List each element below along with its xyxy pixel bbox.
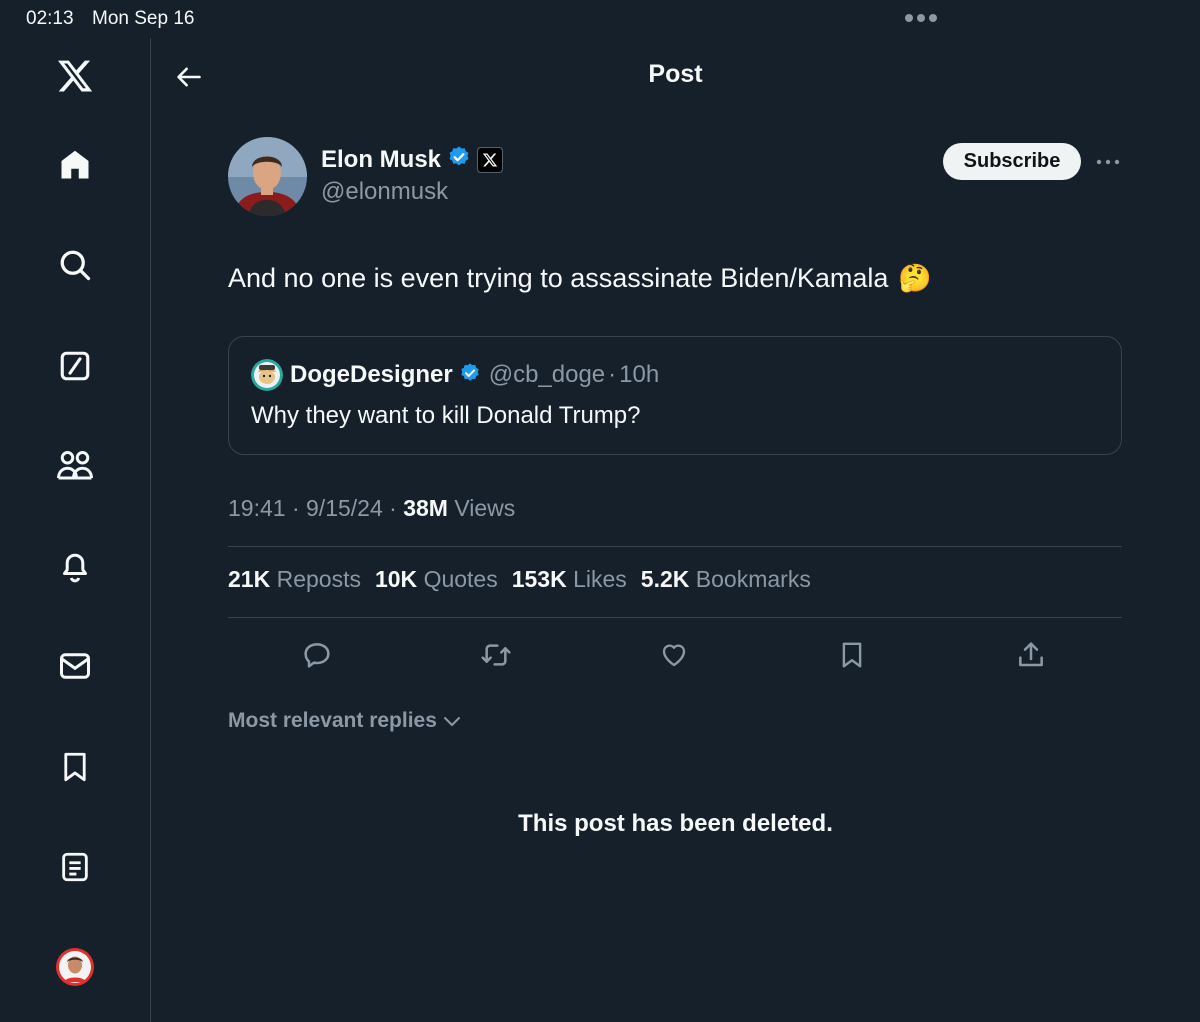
subscribe-button[interactable]: Subscribe [943,143,1081,180]
reposts-stat[interactable]: 21K Reposts [228,566,361,593]
quote-author-handle: @cb_doge [488,361,606,388]
avatar-icon[interactable] [56,948,94,986]
repost-icon[interactable] [478,637,514,673]
post-time[interactable]: 19:41 [228,495,286,521]
search-icon[interactable] [57,247,93,283]
list-icon[interactable] [58,849,92,885]
thinking-face-emoji: 🤔 [898,263,933,293]
quote-separator: · [608,361,617,388]
post-body: And no one is even trying to assassinate… [228,262,889,293]
quote-time: 10h [619,361,660,388]
author-name-row: Elon Musk [321,145,504,174]
reply-icon[interactable] [299,637,335,673]
status-bar: 02:13 Mon Sep 16 [0,0,1200,38]
author-name[interactable]: Elon Musk [321,146,441,174]
quote-author-name: DogeDesigner [290,361,453,388]
meta-separator: · [291,495,300,521]
quote-header: DogeDesigner @cb_doge · 10h [251,359,659,391]
post-text: And no one is even trying to assassinate… [228,262,932,294]
quote-text: Why they want to kill Donald Trump? [251,402,641,429]
post-date[interactable]: 9/15/24 [306,495,383,521]
verified-badge-icon [459,362,481,389]
bookmarks-stat[interactable]: 5.2K Bookmarks [641,566,811,593]
deleted-post-notice: This post has been deleted. [518,810,833,837]
quote-author-avatar [251,359,283,391]
bookmark-icon[interactable] [58,749,92,785]
mail-icon[interactable] [57,648,93,684]
likes-stat[interactable]: 153K Likes [512,566,627,593]
chevron-down-icon [443,709,461,733]
bookmark-icon[interactable] [834,637,870,673]
share-icon[interactable] [1013,637,1049,673]
like-icon[interactable] [656,637,692,673]
status-time: 02:13 [26,8,74,29]
verified-badge-icon [447,145,471,174]
views-count: 38M [403,495,448,521]
grok-icon[interactable] [58,349,92,383]
multitasking-dots-icon[interactable] [905,14,937,22]
author-handle[interactable]: @elonmusk [321,178,448,206]
x-logo-icon[interactable] [55,57,95,95]
communities-icon[interactable] [55,448,95,484]
divider [228,546,1122,547]
meta-separator: · [389,495,397,521]
quoted-post[interactable]: DogeDesigner @cb_doge · 10h Why they wan… [228,336,1122,455]
page-title: Post [648,60,703,88]
author-avatar[interactable] [228,137,307,216]
replies-sort-dropdown[interactable]: Most relevant replies [228,709,461,733]
divider [228,617,1122,618]
post-meta: 19:41 · 9/15/24 · 38M Views [228,495,515,522]
replies-sort-label: Most relevant replies [228,709,437,732]
sidebar [0,38,151,1022]
status-date: Mon Sep 16 [92,8,195,29]
views-label: Views [454,495,516,521]
more-options-icon[interactable] [1094,150,1122,174]
home-icon[interactable] [57,147,93,183]
quotes-stat[interactable]: 10K Quotes [375,566,498,593]
x-affiliate-badge-icon[interactable] [477,146,504,173]
bell-icon[interactable] [57,548,93,584]
engagement-stats: 21K Reposts 10K Quotes 153K Likes 5.2K B… [228,566,811,593]
